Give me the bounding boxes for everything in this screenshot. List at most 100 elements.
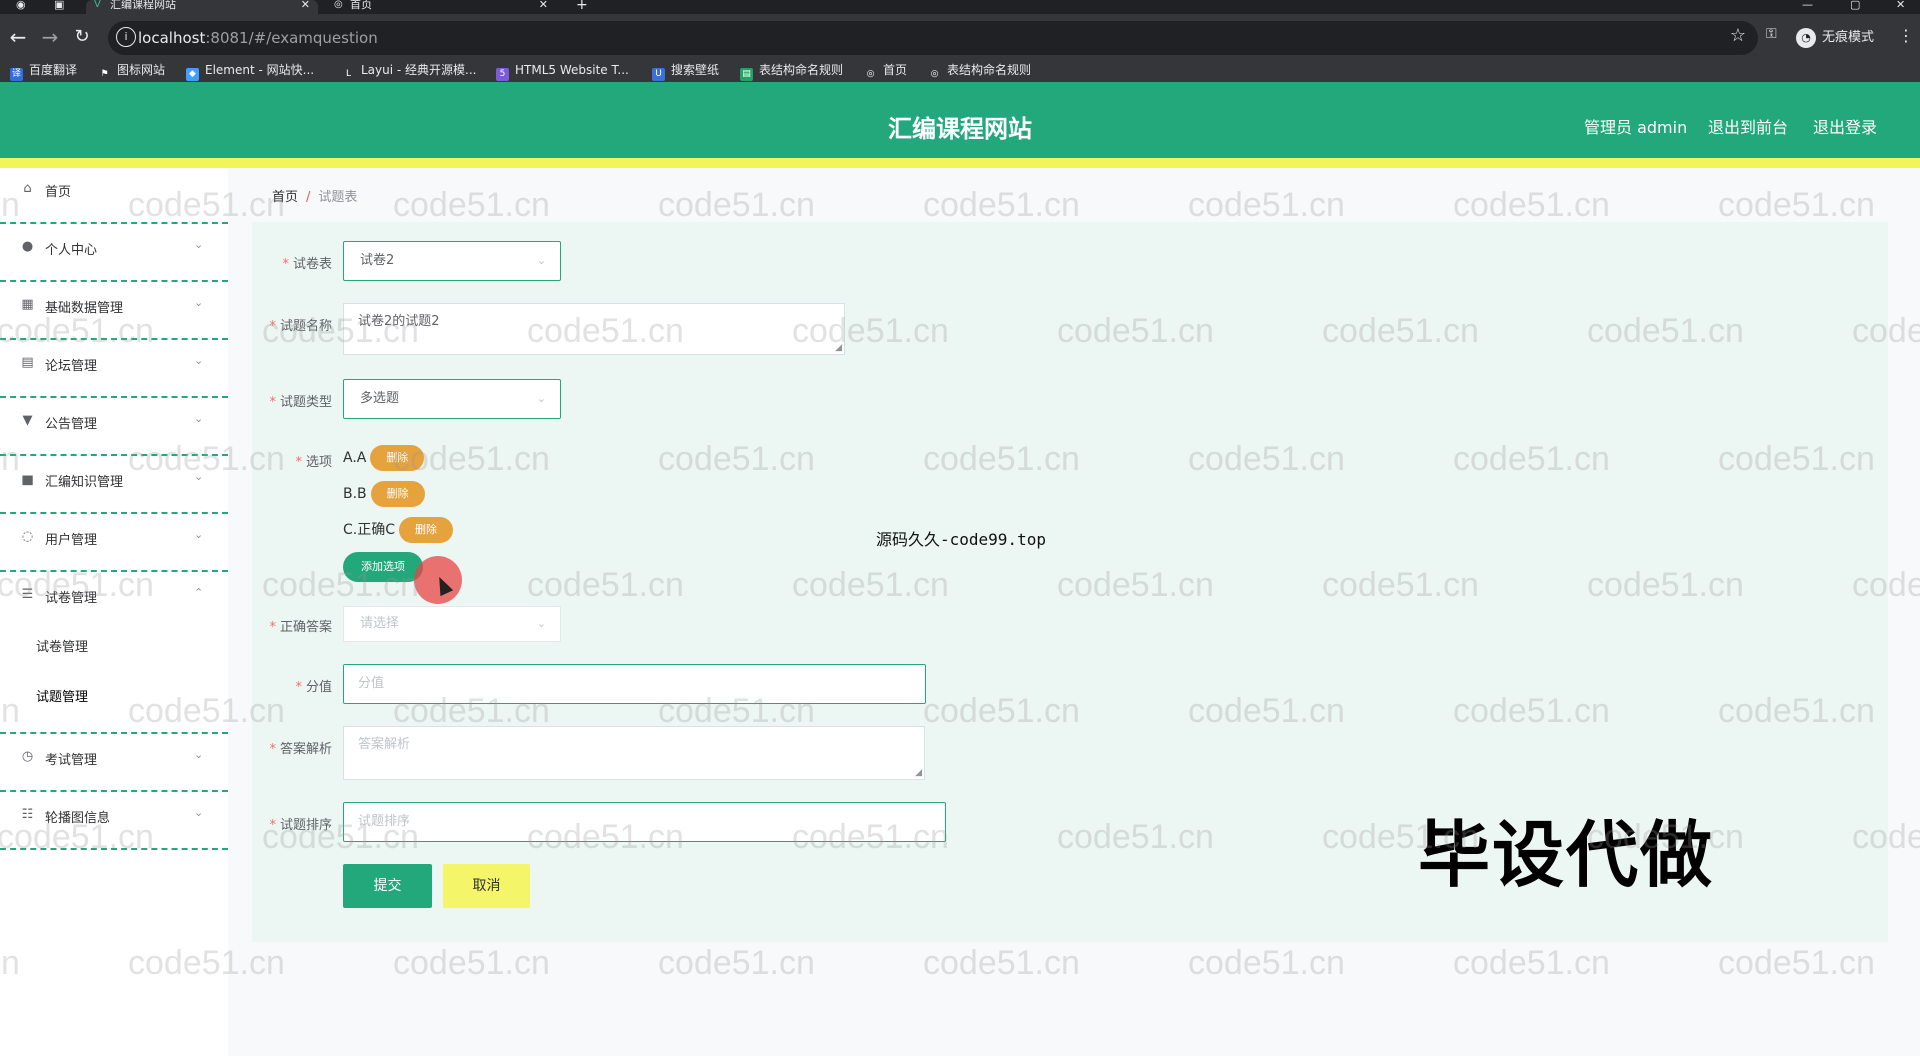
key-icon[interactable]: ⚿ bbox=[1766, 26, 1777, 42]
question-name-textarea[interactable]: 试卷2的试题2 ◢ bbox=[343, 303, 845, 355]
list-icon: ☰ bbox=[21, 587, 34, 602]
analysis-label: * 答案解析 bbox=[269, 742, 332, 757]
bookmark-item[interactable]: U 搜索壁纸 bbox=[652, 62, 719, 82]
delete-option-button[interactable]: 删除 bbox=[370, 481, 425, 507]
answer-label: * 正确答案 bbox=[269, 620, 332, 635]
tab-home[interactable]: ◎ 首页 ✕ bbox=[326, 0, 556, 14]
sidebar-subitem-paper-manage[interactable]: 试卷管理 bbox=[36, 636, 88, 655]
logout-link[interactable]: 退出登录 bbox=[1813, 114, 1877, 138]
answer-select[interactable]: 请选择 ⌄ bbox=[343, 606, 561, 642]
window-close-icon[interactable]: ✕ bbox=[1896, 0, 1905, 10]
user-icon: ● bbox=[21, 239, 34, 254]
bookmark-item[interactable]: ▤ 表结构命名规则 bbox=[740, 62, 843, 82]
cancel-button[interactable]: 取消 bbox=[443, 864, 530, 908]
option-text: B.B bbox=[343, 486, 367, 502]
sidebar-item-label: 个人中心 bbox=[45, 243, 98, 258]
bookmark-item[interactable]: ◎ 首页 bbox=[864, 62, 907, 82]
chevron-down-icon: ⌄ bbox=[194, 470, 204, 483]
chevron-down-icon: ⌄ bbox=[194, 296, 204, 309]
resize-handle-icon[interactable]: ◢ bbox=[915, 768, 922, 778]
sidebar-item-label: 首页 bbox=[45, 185, 72, 200]
sidebar-item-personal[interactable]: ● 个人中心 ⌄ bbox=[0, 226, 228, 282]
vue-favicon-icon: V bbox=[94, 0, 101, 10]
paper-select[interactable]: 试卷2 ⌄ bbox=[343, 241, 561, 281]
sidebar-item-home[interactable]: ⌂ 首页 bbox=[0, 168, 228, 224]
score-input[interactable]: 分值 bbox=[343, 664, 926, 704]
bookmark-item[interactable]: ◆ Element - 网站快... bbox=[186, 62, 314, 82]
tab-close-icon[interactable]: ✕ bbox=[539, 0, 548, 10]
bookmark-item[interactable]: 5 HTML5 Website T... bbox=[496, 62, 629, 82]
sidebar-item-label: 公告管理 bbox=[45, 417, 98, 432]
question-type-select[interactable]: 多选题 ⌄ bbox=[343, 379, 561, 419]
option-row: A.A 删除 bbox=[343, 444, 425, 472]
tab-search-icon[interactable]: ▣ bbox=[54, 0, 64, 10]
html5-icon: 5 bbox=[496, 68, 509, 81]
sidebar-item-notice[interactable]: ▼ 公告管理 ⌄ bbox=[0, 400, 228, 456]
more-menu-icon[interactable]: ⋮ bbox=[1898, 26, 1914, 45]
minimize-icon[interactable]: — bbox=[1802, 0, 1813, 10]
globe-icon: ◎ bbox=[930, 69, 939, 79]
delete-option-button[interactable]: 删除 bbox=[399, 517, 454, 543]
bookmark-item[interactable]: ⚑ 图标网站 bbox=[98, 62, 165, 82]
clock-icon: ◷ bbox=[21, 749, 34, 764]
globe-favicon-icon: ◎ bbox=[334, 0, 343, 10]
analysis-textarea[interactable]: 答案解析 ◢ bbox=[343, 726, 925, 780]
sidebar-item-knowledge[interactable]: ▅ 汇编知识管理 ⌄ bbox=[0, 458, 228, 514]
data-icon: ▦ bbox=[21, 297, 34, 312]
flag-icon: ⚑ bbox=[100, 69, 109, 79]
forum-icon: ▤ bbox=[21, 355, 34, 370]
tab-title: 首页 bbox=[350, 0, 372, 11]
maximize-icon[interactable]: ▢ bbox=[1850, 0, 1860, 10]
incognito-indicator[interactable]: ◔ 无痕模式 bbox=[1796, 24, 1896, 52]
chevron-up-icon: ⌃ bbox=[194, 586, 204, 599]
site-info-icon[interactable]: i bbox=[116, 27, 136, 47]
bookmark-star-icon[interactable]: ☆ bbox=[1730, 25, 1746, 46]
sidebar-subitem-question-manage[interactable]: 试题管理 bbox=[36, 686, 88, 705]
sidebar-item-forum[interactable]: ▤ 论坛管理 ⌄ bbox=[0, 342, 228, 398]
sidebar-item-label: 汇编知识管理 bbox=[45, 475, 124, 490]
element-icon: ◆ bbox=[186, 68, 199, 81]
knowledge-icon: ▅ bbox=[22, 471, 33, 486]
breadcrumb: 首页 / 试题表 bbox=[272, 186, 357, 205]
resize-handle-icon[interactable]: ◢ bbox=[835, 343, 842, 353]
sidebar-item-carousel[interactable]: ☷ 轮播图信息 ⌄ bbox=[0, 794, 228, 850]
sheet-icon: ▤ bbox=[740, 68, 753, 81]
breadcrumb-home[interactable]: 首页 bbox=[272, 190, 298, 205]
sidebar-item-label: 基础数据管理 bbox=[45, 301, 124, 316]
sidebar-item-label: 轮播图信息 bbox=[45, 811, 111, 826]
chevron-down-icon: ⌄ bbox=[536, 392, 546, 405]
chevron-down-icon: ⌄ bbox=[536, 254, 546, 267]
delete-option-button[interactable]: 删除 bbox=[370, 445, 425, 471]
reload-icon[interactable]: ↻ bbox=[70, 26, 94, 48]
tab-active[interactable]: V 汇编课程网站 ✕ bbox=[86, 0, 318, 14]
chevron-down-icon: ⌄ bbox=[194, 806, 204, 819]
back-to-front-link[interactable]: 退出到前台 bbox=[1708, 114, 1788, 138]
question-name-label: * 试题名称 bbox=[269, 319, 332, 334]
add-option-button[interactable]: 添加选项 bbox=[343, 552, 423, 582]
bookmark-item[interactable]: ◎ 表结构命名规则 bbox=[928, 62, 1031, 82]
paper-label: * 试卷表 bbox=[282, 257, 332, 272]
sidebar-item-basic-data[interactable]: ▦ 基础数据管理 ⌄ bbox=[0, 284, 228, 340]
bookmark-item[interactable]: 译百度翻译 bbox=[10, 62, 77, 82]
browser-menu-icon[interactable]: ◉ bbox=[16, 0, 26, 10]
bookmark-item[interactable]: L Layui - 经典开源模... bbox=[342, 62, 477, 82]
users-icon: ◌ bbox=[21, 529, 34, 544]
order-input[interactable]: 试题排序 bbox=[343, 802, 946, 842]
tab-title: 汇编课程网站 bbox=[110, 0, 176, 11]
sidebar-item-exams[interactable]: ◷ 考试管理 ⌄ bbox=[0, 736, 228, 792]
address-bar[interactable]: i localhost:8081/#/examquestion ☆ bbox=[108, 21, 1758, 55]
forward-icon[interactable]: → bbox=[38, 26, 62, 48]
admin-label: 管理员 admin bbox=[1584, 118, 1688, 137]
submit-button[interactable]: 提交 bbox=[343, 864, 432, 908]
sidebar-item-papers[interactable]: ☰ 试卷管理 ⌃ 试卷管理 试题管理 bbox=[0, 574, 228, 734]
back-icon[interactable]: ← bbox=[6, 26, 30, 48]
url-text: localhost:8081/#/examquestion bbox=[138, 29, 378, 47]
chevron-down-icon: ⌄ bbox=[194, 528, 204, 541]
chevron-down-icon: ⌄ bbox=[194, 238, 204, 251]
option-row: B.B 删除 bbox=[343, 480, 425, 508]
sidebar-item-users[interactable]: ◌ 用户管理 ⌄ bbox=[0, 516, 228, 572]
browser-tab-strip: ◉ ▣ V 汇编课程网站 ✕ ◎ 首页 ✕ + — ▢ ✕ bbox=[0, 0, 1920, 14]
tab-close-icon[interactable]: ✕ bbox=[301, 0, 310, 10]
incognito-label: 无痕模式 bbox=[1822, 30, 1875, 45]
new-tab-icon[interactable]: + bbox=[576, 0, 588, 12]
